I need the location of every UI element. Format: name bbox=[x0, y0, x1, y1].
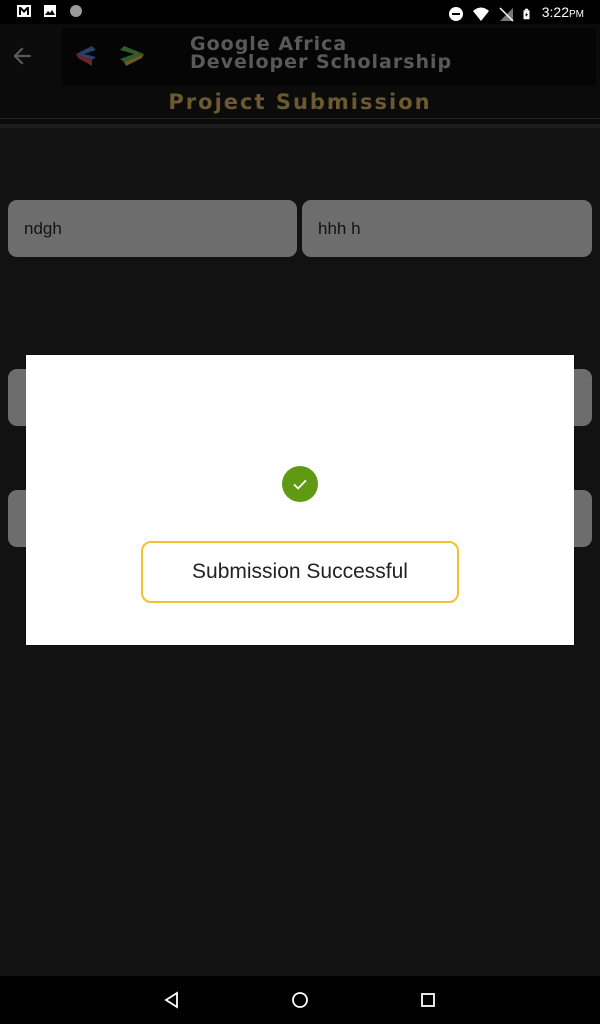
app-bar-divider bbox=[0, 124, 600, 128]
success-dialog: Submission Successful bbox=[26, 355, 574, 645]
image-icon bbox=[44, 5, 56, 17]
status-time-value: 3:22 bbox=[541, 4, 569, 20]
screen: 3:22PM Google Africa Developer Scholarsh… bbox=[0, 0, 600, 1024]
header-banner: Google Africa Developer Scholarship bbox=[62, 28, 596, 86]
app-bar: Google Africa Developer Scholarship Proj… bbox=[0, 24, 600, 124]
recents-square-icon bbox=[421, 993, 435, 1007]
banner-title: Google Africa Developer Scholarship bbox=[190, 35, 453, 73]
dot-icon bbox=[70, 5, 82, 17]
status-ampm: PM bbox=[569, 9, 584, 20]
check-icon bbox=[293, 479, 307, 490]
nav-back-button[interactable] bbox=[160, 988, 184, 1012]
no-sim-icon bbox=[499, 6, 514, 22]
home-circle-icon bbox=[292, 992, 308, 1008]
battery-icon bbox=[523, 8, 530, 19]
wifi-icon bbox=[472, 7, 489, 21]
nav-recents-button[interactable] bbox=[416, 988, 440, 1012]
page-subtitle: Project Submission bbox=[0, 86, 600, 119]
back-button[interactable] bbox=[6, 40, 38, 72]
do-not-disturb-icon bbox=[448, 6, 463, 21]
status-time: 3:22PM bbox=[542, 3, 584, 24]
last-name-field[interactable]: hhh h bbox=[302, 200, 592, 257]
back-triangle-icon bbox=[164, 991, 178, 1009]
nav-home-button[interactable] bbox=[288, 988, 312, 1012]
first-name-field[interactable]: ndgh bbox=[8, 200, 297, 257]
gmail-icon bbox=[17, 5, 31, 17]
developer-brackets-logo-icon bbox=[76, 46, 144, 66]
banner-title-line2: Developer Scholarship bbox=[190, 51, 453, 73]
system-nav-bar bbox=[0, 976, 600, 1024]
check-circle-icon bbox=[282, 466, 318, 502]
arrow-back-icon bbox=[13, 47, 31, 65]
submission-successful-message: Submission Successful bbox=[141, 541, 459, 603]
status-bar: 3:22PM bbox=[0, 0, 600, 24]
